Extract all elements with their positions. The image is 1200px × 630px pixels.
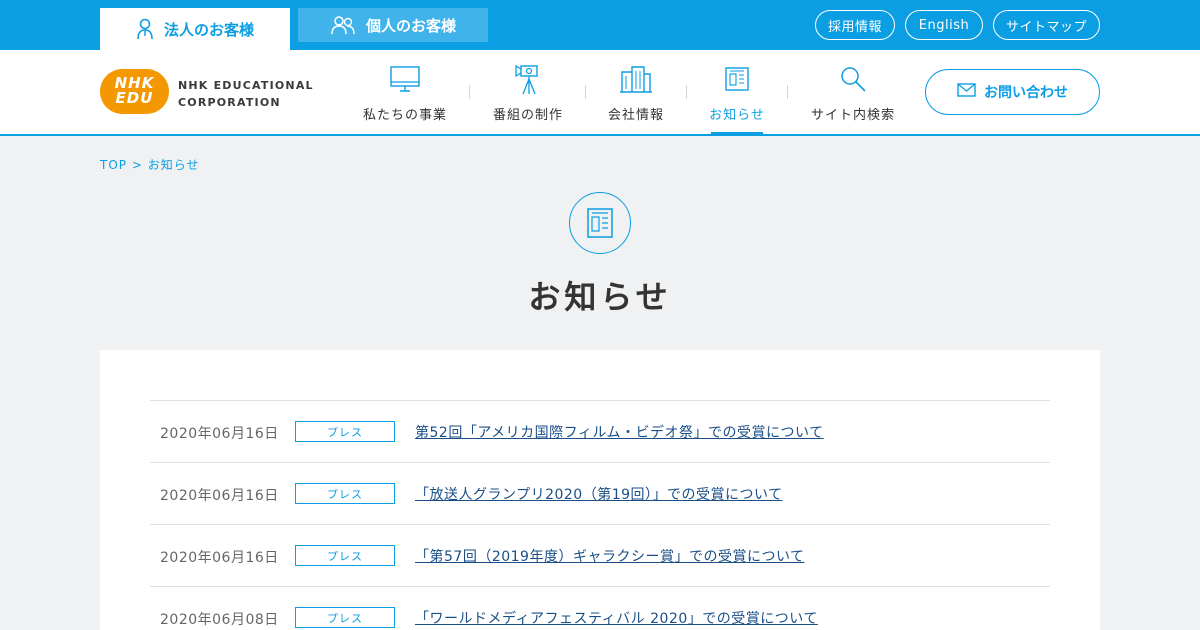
contact-button-label: お問い合わせ: [984, 85, 1068, 101]
nav-item-production-label: 番組の制作: [492, 108, 563, 123]
breadcrumb-current: お知らせ: [147, 158, 200, 172]
nav-item-business-label: 私たちの事業: [362, 108, 447, 123]
news-title-link[interactable]: 第52回「アメリカ国際フィルム・ビデオ祭」での受賞について: [415, 422, 824, 442]
news-tag: プレス: [295, 483, 395, 504]
logo-text-line2: CORPORATION: [178, 96, 281, 109]
logo-text-line1: NHK EDUCATIONAL: [178, 79, 314, 92]
recruit-link[interactable]: 採用情報: [815, 10, 895, 40]
news-tag: プレス: [295, 607, 395, 628]
news-tag: プレス: [295, 545, 395, 566]
sitemap-link[interactable]: サイトマップ: [993, 10, 1100, 40]
breadcrumb: TOP > お知らせ: [100, 156, 200, 173]
nav-item-search-label: サイト内検索: [810, 108, 895, 123]
news-tag: プレス: [295, 421, 395, 442]
news-card: 2020年06月16日 プレス 第52回「アメリカ国際フィルム・ビデオ祭」での受…: [100, 350, 1100, 630]
nav-item-news[interactable]: お知らせ: [702, 50, 772, 134]
english-link[interactable]: English: [905, 10, 983, 40]
logo-mark[interactable]: NHK EDU: [100, 69, 169, 114]
breadcrumb-separator: >: [131, 158, 143, 172]
segment-corporate[interactable]: 法人のお客様: [100, 8, 290, 50]
news-title-icon: [569, 192, 631, 254]
nav-divider: [686, 85, 687, 99]
news-row: 2020年06月08日 プレス 「ワールドメディアフェスティバル 2020」での…: [150, 586, 1050, 630]
news-date: 2020年06月16日: [160, 426, 279, 442]
mail-icon: [957, 83, 976, 101]
segment-corporate-label: 法人のお客様: [163, 20, 254, 39]
building-icon: [619, 63, 653, 95]
nav-divider: [469, 85, 470, 99]
top-bar: 法人のお客様 個人のお客様 採用情報 English サイトマップ: [0, 0, 1200, 50]
breadcrumb-home[interactable]: TOP: [100, 158, 127, 172]
news-title-link[interactable]: 「ワールドメディアフェスティバル 2020」での受賞について: [415, 608, 818, 628]
nav-item-company[interactable]: 会社情報: [600, 50, 672, 134]
news-title-link[interactable]: 「第57回（2019年度）ギャラクシー賞」での受賞について: [415, 546, 805, 566]
video-camera-icon: [513, 63, 543, 95]
page-title: お知らせ: [528, 278, 672, 316]
news-icon: [724, 63, 750, 95]
nav-item-business[interactable]: 私たちの事業: [360, 50, 450, 134]
news-title-link[interactable]: 「放送人グランプリ2020（第19回）」での受賞について: [415, 484, 783, 504]
nav-item-search[interactable]: サイト内検索: [808, 50, 898, 134]
news-date: 2020年06月16日: [160, 550, 279, 566]
people-icon: [330, 15, 356, 35]
news-row: 2020年06月16日 プレス 第52回「アメリカ国際フィルム・ビデオ祭」での受…: [150, 400, 1050, 462]
nav-item-news-label: お知らせ: [709, 108, 765, 123]
segment-individual[interactable]: 個人のお客様: [298, 8, 488, 42]
nav-item-production[interactable]: 番組の制作: [488, 50, 568, 134]
nav-divider: [787, 85, 788, 99]
news-row: 2020年06月16日 プレス 「放送人グランプリ2020（第19回）」での受賞…: [150, 462, 1050, 524]
site-header: NHK EDU NHK EDUCATIONAL CORPORATION 私たちの…: [0, 50, 1200, 136]
person-icon: [136, 18, 154, 40]
segment-individual-label: 個人のお客様: [365, 16, 456, 35]
nav-item-company-label: 会社情報: [607, 108, 664, 123]
nav-divider: [585, 85, 586, 99]
logo-text[interactable]: NHK EDUCATIONAL CORPORATION: [178, 77, 314, 111]
news-date: 2020年06月16日: [160, 488, 279, 504]
news-row: 2020年06月16日 プレス 「第57回（2019年度）ギャラクシー賞」での受…: [150, 524, 1050, 586]
logo-mark-line2: EDU: [115, 89, 154, 107]
news-list: 2020年06月16日 プレス 第52回「アメリカ国際フィルム・ビデオ祭」での受…: [150, 400, 1050, 630]
search-icon: [838, 63, 868, 95]
contact-button[interactable]: お問い合わせ: [925, 69, 1100, 115]
monitor-icon: [389, 63, 421, 95]
news-date: 2020年06月08日: [160, 612, 279, 628]
